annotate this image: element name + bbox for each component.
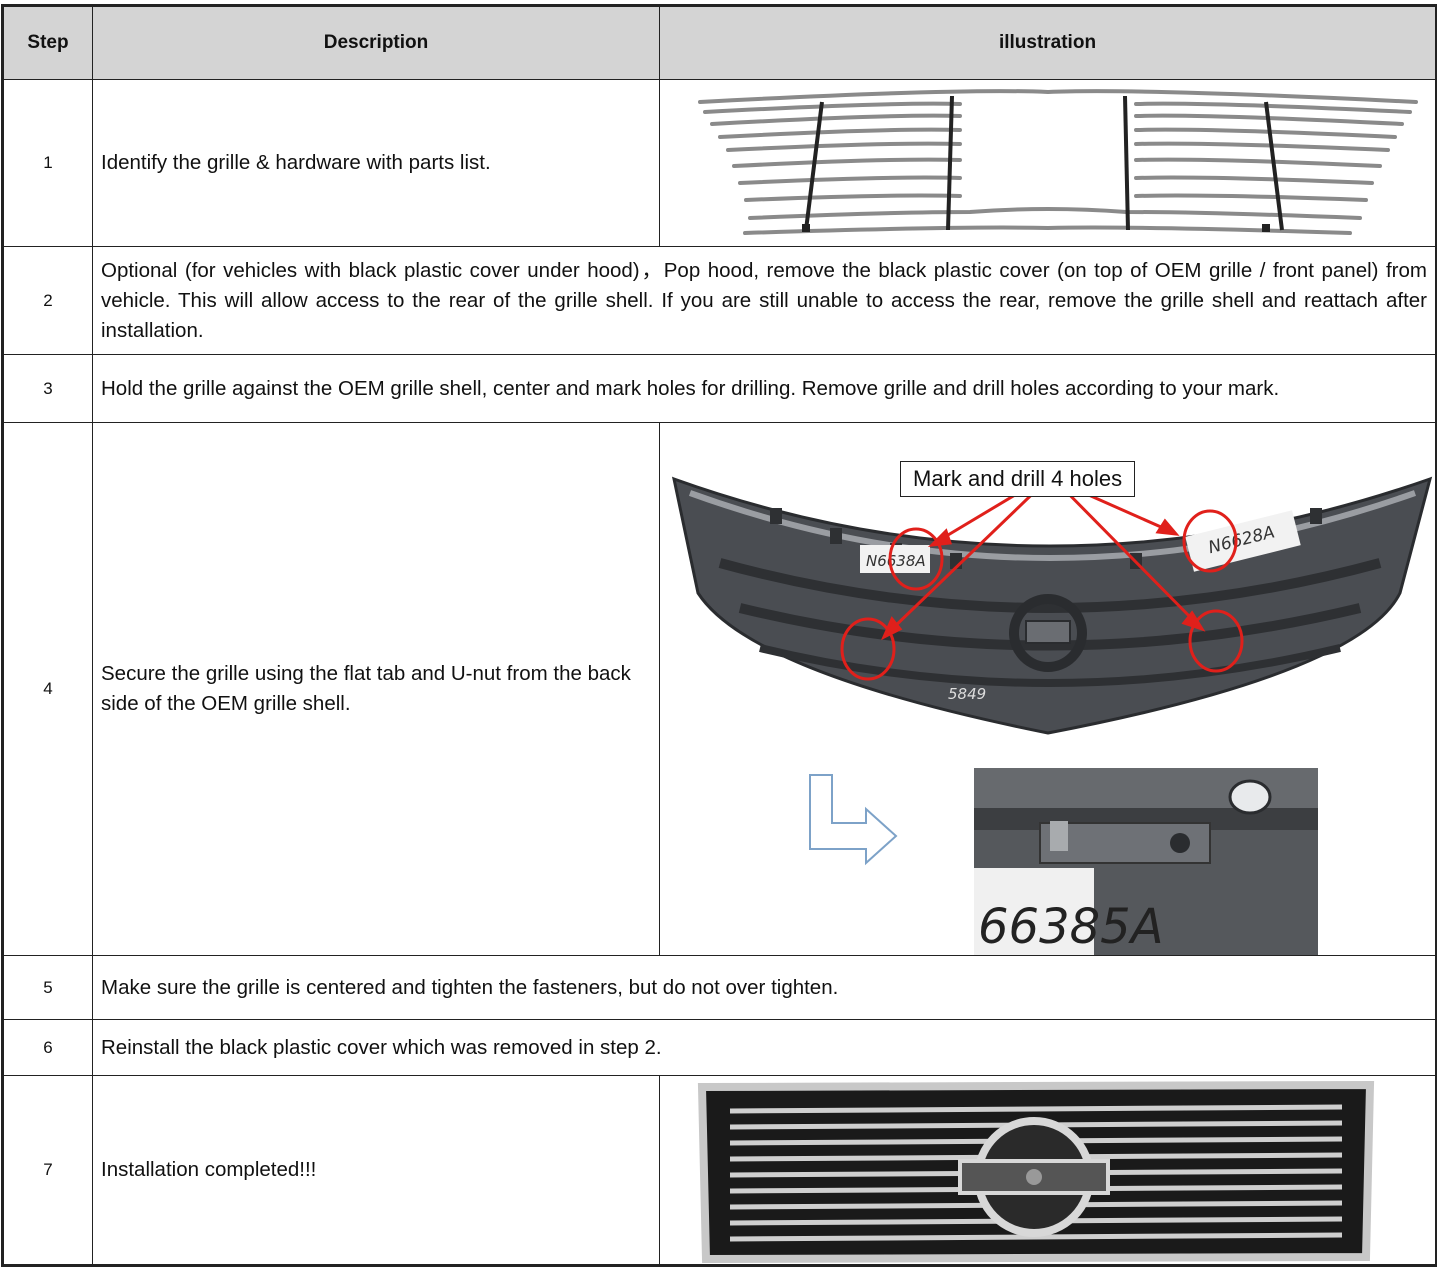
finished-grille-image	[659, 1075, 1437, 1266]
table-header-row: Step Description illustration	[2, 5, 1437, 80]
step-number: 6	[2, 1019, 93, 1076]
step-description: Installation completed!!!	[92, 1075, 660, 1266]
table-row: 1 Identify the grille & hardware with pa…	[2, 79, 1437, 247]
instruction-table: Step Description illustration 1 Identify…	[1, 4, 1437, 1267]
step-description: Secure the grille using the flat tab and…	[92, 422, 660, 956]
step-number: 2	[2, 246, 93, 355]
step-number: 5	[2, 955, 93, 1020]
callout-label: Mark and drill 4 holes	[900, 461, 1136, 497]
drill-holes-image: N6638A N6628A 5849 66385A Mark and drill…	[659, 422, 1437, 956]
table-row: 2 Optional (for vehicles with black plas…	[2, 246, 1437, 355]
table-row: 4 Secure the grille using the flat tab a…	[2, 422, 1437, 956]
tab-detail-image: 66385A	[974, 768, 1318, 955]
step-description: Identify the grille & hardware with part…	[92, 79, 660, 247]
step-description: Make sure the grille is centered and tig…	[92, 955, 1437, 1020]
step-description: Hold the grille against the OEM grille s…	[92, 354, 1437, 423]
bent-arrow-icon	[809, 774, 898, 866]
header-step: Step	[2, 5, 93, 80]
part-label: 5849	[948, 685, 986, 703]
header-description: Description	[92, 5, 660, 80]
step-number: 4	[2, 422, 93, 956]
table-row: 6 Reinstall the black plastic cover whic…	[2, 1019, 1437, 1076]
table-row: 5 Make sure the grille is centered and t…	[2, 955, 1437, 1020]
grille-parts-image	[659, 79, 1437, 247]
table-row: 3 Hold the grille against the OEM grille…	[2, 354, 1437, 423]
oem-grille-shell-illustration: N6638A N6628A 5849 66385A	[671, 475, 1433, 955]
installed-grille-illustration	[697, 1080, 1375, 1263]
step-description: Optional (for vehicles with black plasti…	[92, 246, 1437, 355]
step-number: 1	[2, 79, 93, 247]
table-row: 7 Installation completed!!!	[2, 1075, 1437, 1266]
header-illustration: illustration	[659, 5, 1437, 80]
step-description: Reinstall the black plastic cover which …	[92, 1019, 1437, 1076]
part-label: 66385A	[978, 899, 1164, 955]
part-label: N6638A	[866, 552, 926, 570]
step-number: 7	[2, 1075, 93, 1266]
aftermarket-grille-illustration	[698, 89, 1418, 235]
step-number: 3	[2, 354, 93, 423]
